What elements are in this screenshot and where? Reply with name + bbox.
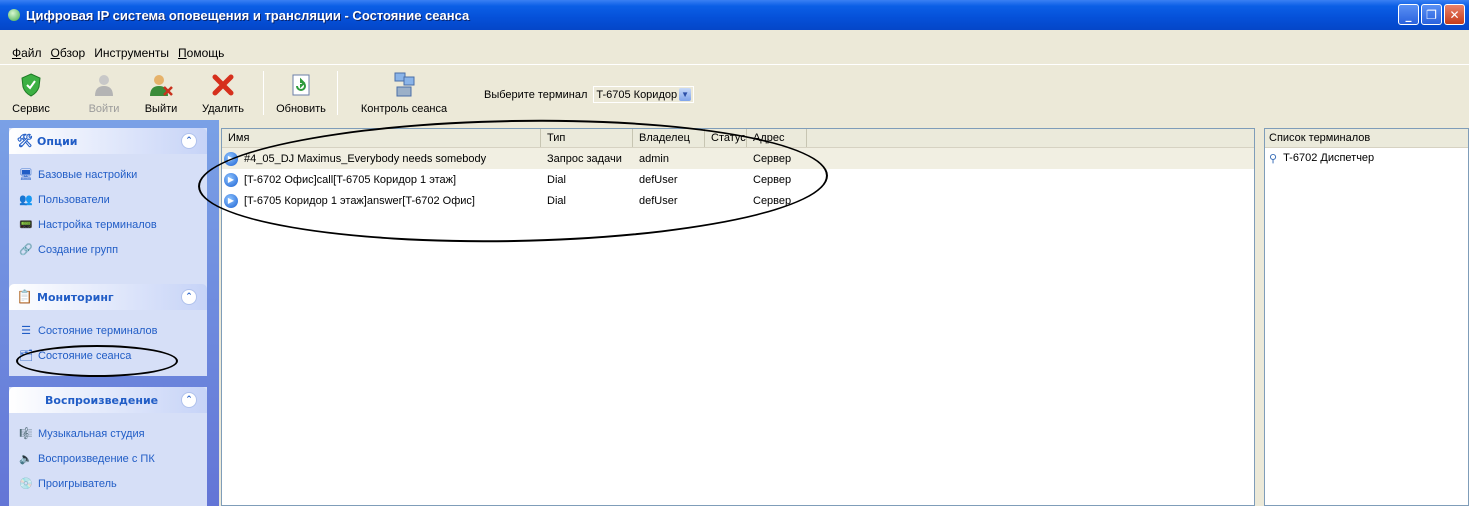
column-address[interactable]: Адрес: [747, 129, 807, 147]
cell-owner: defUser: [639, 173, 678, 186]
sidebar-header-options[interactable]: 🛠 Опции ⌃: [9, 128, 207, 154]
groups-icon: 🔗: [19, 244, 33, 256]
monitor-icon: 🖥: [19, 169, 33, 181]
menu-view[interactable]: Обзор: [51, 46, 86, 60]
column-name[interactable]: Имя: [222, 129, 541, 147]
terminal-list-header: Список терминалов: [1265, 129, 1468, 148]
close-button[interactable]: ✕: [1444, 4, 1465, 25]
cell-type: Dial: [547, 173, 566, 186]
column-owner[interactable]: Владелец: [633, 129, 705, 147]
terminal-icon: ⚲: [1269, 152, 1278, 165]
toolbar-separator: [263, 71, 264, 115]
table-row[interactable]: ▶ [T-6705 Коридор 1 этаж]answer[T-6702 Оф…: [222, 190, 1254, 211]
app-icon: [8, 9, 20, 21]
column-type[interactable]: Тип: [541, 129, 633, 147]
logout-button[interactable]: Выйти: [143, 67, 179, 119]
users-icon: 👥: [19, 194, 33, 206]
tools-icon: 🛠: [16, 133, 34, 149]
terminal-select-label: Выберите терминал: [484, 88, 588, 101]
user-logout-icon: [149, 73, 173, 97]
cell-address: Сервер: [753, 194, 792, 207]
monitoring-icon: 📋: [16, 289, 34, 305]
cell-address: Сервер: [753, 152, 792, 165]
sidebar-group-options: 🛠 Опции ⌃ 🖥 Базовые настройки 👥 Пользовате…: [9, 128, 207, 288]
play-icon: ▶: [224, 151, 238, 166]
sidebar-header-monitoring[interactable]: 📋 Мониторинг ⌃: [9, 284, 207, 310]
list-icon: ☰: [21, 325, 31, 337]
collapse-icon[interactable]: ⌃: [181, 392, 197, 408]
collapse-icon[interactable]: ⌃: [181, 289, 197, 305]
chevron-down-icon[interactable]: ▼: [679, 88, 692, 101]
maximize-button[interactable]: ❐: [1421, 4, 1442, 25]
sidebar-item-session-status[interactable]: 🗂 Состояние сеанса: [18, 343, 207, 368]
player-icon: 💿: [19, 478, 33, 490]
menu-tools[interactable]: Инструменты: [94, 46, 169, 60]
list-header: Имя Тип Владелец Статус Адрес: [222, 129, 1254, 148]
table-row[interactable]: ▶ [T-6702 Офис]call[T-6705 Коридор 1 этаж…: [222, 169, 1254, 190]
toolbar-separator: [337, 71, 338, 115]
toolbar: Сервис Войти Выйти Удалить Обновить Конт…: [0, 64, 1469, 120]
terminal-dropdown-value: T-6705 Коридор: [596, 88, 678, 101]
play-icon: ▶: [224, 193, 238, 208]
session-control-button[interactable]: Контроль сеанса: [344, 67, 464, 119]
refresh-button[interactable]: Обновить: [274, 67, 328, 119]
terminal-list-panel: Список терминалов ⚲ T-6702 Диспетчер: [1264, 128, 1469, 506]
terminal-icon: 📟: [19, 219, 33, 231]
collapse-icon[interactable]: ⌃: [181, 133, 197, 149]
sidebar-group-playback: Воспроизведение ⌃ 🎼 Музыкальная студия 🔈 В…: [9, 387, 207, 506]
table-row[interactable]: ▶ #4_05_DJ Maximus_Everybody needs somebo…: [222, 148, 1254, 169]
sidebar-item-basic-settings[interactable]: 🖥 Базовые настройки: [18, 162, 207, 187]
delete-button[interactable]: Удалить: [200, 67, 246, 119]
sidebar-item-player[interactable]: 💿 Проигрыватель: [18, 471, 207, 496]
sidebar-item-users[interactable]: 👥 Пользователи: [18, 187, 207, 212]
refresh-icon: [289, 73, 313, 97]
sidebar: 🛠 Опции ⌃ 🖥 Базовые настройки 👥 Пользовате…: [0, 120, 219, 506]
service-button[interactable]: Сервис: [8, 67, 54, 119]
session-list: Имя Тип Владелец Статус Адрес ▶ #4_05_DJ …: [221, 128, 1255, 506]
menu-bar: Файл Обзор Инструменты Помощь: [0, 42, 233, 64]
network-icon: [392, 72, 416, 97]
menu-help[interactable]: Помощь: [178, 46, 224, 60]
sidebar-item-create-groups[interactable]: 🔗 Создание групп: [18, 237, 207, 262]
sidebar-group-monitoring: 📋 Мониторинг ⌃ ☰ Состояние терминалов 🗂 Со…: [9, 284, 207, 376]
sidebar-header-playback[interactable]: Воспроизведение ⌃: [9, 387, 207, 413]
play-icon: ▶: [224, 172, 238, 187]
cell-owner: defUser: [639, 194, 678, 207]
studio-icon: 🎼: [19, 428, 33, 440]
cell-address: Сервер: [753, 173, 792, 186]
session-icon: 🗂: [19, 350, 33, 362]
shield-icon: [19, 73, 43, 97]
terminal-selector: Выберите терминал T-6705 Коридор ▼: [484, 86, 695, 103]
column-status[interactable]: Статус: [705, 129, 747, 147]
terminal-list-item[interactable]: ⚲ T-6702 Диспетчер: [1265, 148, 1468, 168]
sidebar-item-music-studio[interactable]: 🎼 Музыкальная студия: [18, 421, 207, 446]
delete-icon: [211, 73, 235, 97]
cell-type: Запрос задачи: [547, 152, 622, 165]
cell-owner: admin: [639, 152, 669, 165]
user-icon: [92, 73, 116, 97]
terminal-dropdown[interactable]: T-6705 Коридор ▼: [593, 86, 695, 103]
title-bar: Цифровая IP система оповещения и трансля…: [0, 0, 1469, 30]
login-button[interactable]: Войти: [86, 67, 122, 119]
sidebar-item-pc-playback[interactable]: 🔈 Воспроизведение с ПК: [18, 446, 207, 471]
window-title: Цифровая IP система оповещения и трансля…: [26, 7, 470, 23]
column-filler: [807, 129, 1254, 147]
sidebar-item-terminal-status[interactable]: ☰ Состояние терминалов: [18, 318, 207, 343]
speaker-icon: 🔈: [19, 453, 33, 465]
minimize-button[interactable]: _: [1398, 4, 1419, 25]
window-controls: _ ❐ ✕: [1398, 4, 1465, 25]
sidebar-item-terminal-settings[interactable]: 📟 Настройка терминалов: [18, 212, 207, 237]
cell-type: Dial: [547, 194, 566, 207]
menu-file[interactable]: Файл: [12, 46, 42, 60]
